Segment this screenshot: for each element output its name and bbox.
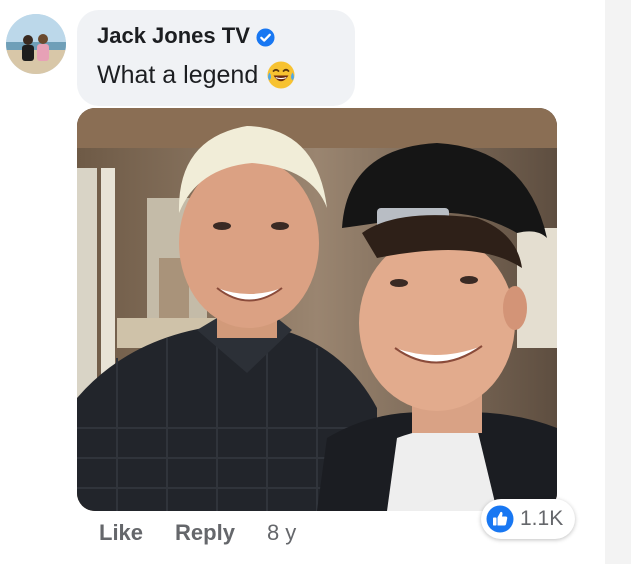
- like-button[interactable]: Like: [99, 520, 143, 546]
- face-with-tears-of-joy-icon: [266, 60, 296, 90]
- right-edge-panel: [605, 0, 631, 564]
- author-name[interactable]: Jack Jones TV: [97, 23, 250, 49]
- avatar[interactable]: [6, 14, 66, 74]
- reaction-count: 1.1K: [520, 507, 564, 530]
- reply-button[interactable]: Reply: [175, 520, 235, 546]
- thumbs-up-icon: [486, 505, 514, 533]
- author-row: Jack Jones TV: [97, 23, 275, 49]
- photo-attachment[interactable]: [77, 108, 557, 511]
- comment-actions: Like Reply 8 y: [99, 520, 296, 546]
- verified-badge-icon: [256, 27, 275, 47]
- comment-text-row: What a legend: [97, 60, 296, 90]
- comment-bubble: Jack Jones TV What a legend: [77, 10, 355, 106]
- reaction-summary[interactable]: 1.1K: [481, 499, 576, 539]
- timestamp[interactable]: 8 y: [267, 520, 296, 546]
- comment-text: What a legend: [97, 60, 259, 89]
